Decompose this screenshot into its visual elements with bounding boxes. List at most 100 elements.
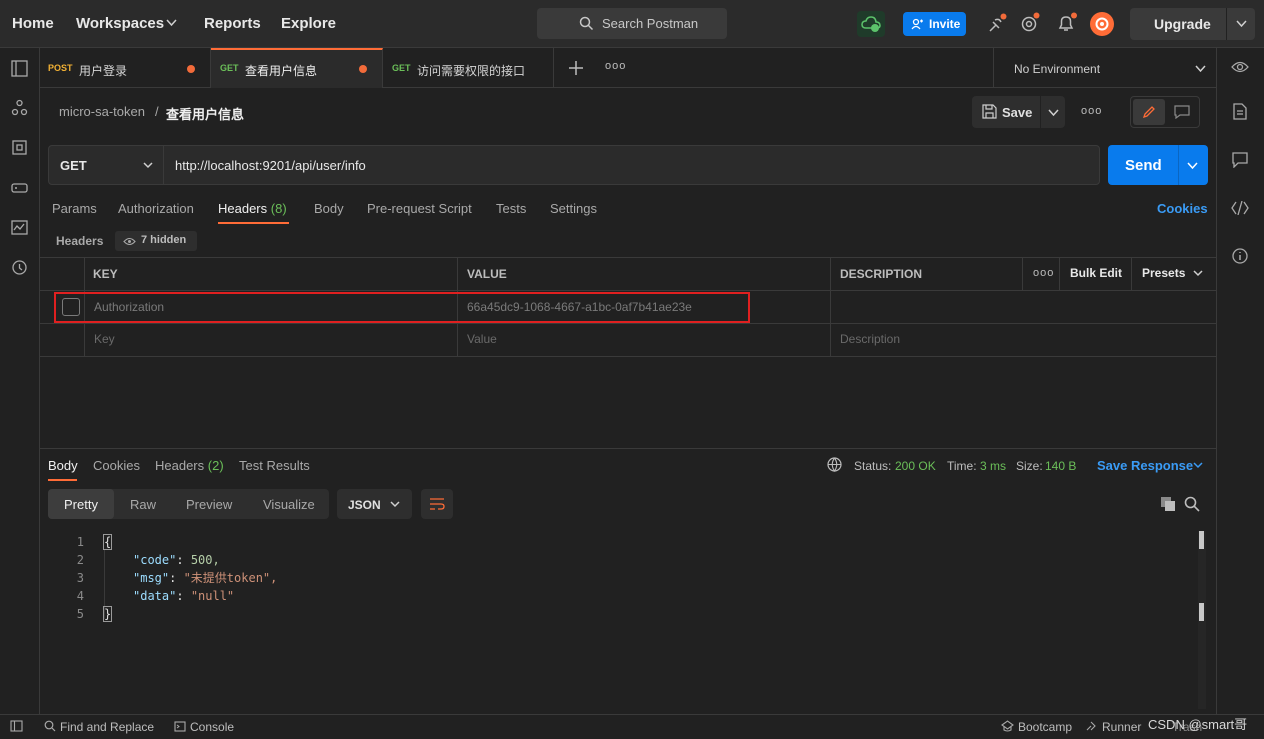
cookies-link[interactable]: Cookies	[1157, 201, 1208, 216]
plus-icon[interactable]	[569, 61, 583, 75]
monitors-icon[interactable]	[11, 219, 28, 236]
tab-settings[interactable]: Settings	[550, 201, 597, 216]
format-select[interactable]: JSON	[337, 489, 412, 519]
new-key-input[interactable]: Key	[94, 332, 115, 346]
history-icon[interactable]	[11, 259, 28, 276]
globe-icon[interactable]	[827, 457, 842, 472]
send-button[interactable]: Send	[1108, 145, 1208, 185]
console-button[interactable]: Console	[190, 720, 234, 734]
scroll-thumb[interactable]	[1199, 531, 1204, 549]
tab-authorization[interactable]: Authorization	[118, 201, 194, 216]
comment-mode-icon[interactable]	[1174, 105, 1190, 119]
top-bar: Home Workspaces Reports Explore Search P…	[0, 0, 1264, 48]
nav-workspaces[interactable]: Workspaces	[76, 15, 164, 32]
code-icon[interactable]	[1231, 201, 1249, 215]
tab-protected-api[interactable]: GET 访问需要权限的接口	[383, 48, 554, 88]
search-icon[interactable]	[1184, 496, 1200, 512]
raw-button[interactable]: Raw	[130, 497, 156, 512]
response-tab-test-results[interactable]: Test Results	[239, 458, 310, 473]
more-tabs-icon[interactable]: ooo	[605, 60, 626, 72]
table-row-border	[40, 323, 1216, 324]
pretty-button[interactable]: Pretty	[48, 489, 114, 519]
send-label: Send	[1125, 157, 1162, 174]
save-divider	[1040, 96, 1041, 128]
search-input[interactable]: Search Postman	[537, 8, 727, 39]
environments-icon[interactable]	[11, 139, 28, 156]
upgrade-button[interactable]: Upgrade	[1130, 8, 1255, 40]
eye-icon[interactable]	[1231, 60, 1249, 74]
json-value: 500,	[190, 553, 220, 567]
response-tab-body[interactable]: Body	[48, 458, 78, 473]
copy-icon[interactable]	[1160, 496, 1176, 512]
response-body-editor[interactable]: 1 2 3 4 5 { "code": 500, "msg": "未提供toke…	[48, 531, 1208, 711]
find-replace-button[interactable]: Find and Replace	[60, 720, 154, 734]
method-select[interactable]: GET	[49, 146, 164, 184]
pretty-label: Pretty	[64, 497, 98, 512]
new-value-input[interactable]: Value	[467, 332, 497, 346]
save-label: Save	[1002, 105, 1033, 120]
brace-open: {	[102, 534, 113, 550]
url-input[interactable]: http://localhost:9201/api/user/info	[175, 158, 366, 173]
tab-view-user-info[interactable]: GET 查看用户信息	[211, 48, 383, 88]
runner-button[interactable]: Runner	[1102, 720, 1141, 734]
console-icon	[174, 721, 186, 732]
bulk-edit-button[interactable]: Bulk Edit	[1070, 266, 1122, 280]
response-tab-headers[interactable]: Headers (2)	[155, 458, 224, 473]
comments-icon[interactable]	[1232, 152, 1248, 168]
breadcrumb-collection[interactable]: micro-sa-token	[59, 104, 145, 119]
line-numbers: 1 2 3 4 5	[68, 533, 84, 623]
avatar-icon	[1095, 17, 1109, 31]
tab-method: GET	[392, 63, 411, 73]
tab-params[interactable]: Params	[52, 201, 97, 216]
chevron-down-icon	[1195, 65, 1206, 73]
pencil-icon	[1142, 106, 1155, 119]
tab-user-login[interactable]: POST 用户登录	[40, 48, 211, 88]
scrollbar[interactable]	[1198, 531, 1206, 709]
wrap-lines-button[interactable]	[421, 489, 453, 519]
unsaved-dot-icon	[359, 65, 367, 73]
invite-label: Invite	[929, 17, 961, 31]
avatar[interactable]	[1090, 12, 1114, 36]
sync-status-button[interactable]	[857, 11, 885, 37]
table-top-border	[40, 257, 1216, 258]
new-description-input[interactable]: Description	[840, 332, 900, 346]
tab-headers[interactable]: Headers (8)	[218, 201, 287, 216]
more-actions-icon[interactable]: ooo	[1081, 105, 1102, 117]
documentation-icon[interactable]	[1233, 103, 1247, 120]
gear-icon[interactable]	[1019, 12, 1041, 34]
search-icon	[579, 16, 594, 31]
environment-selector[interactable]: No Environment	[993, 48, 1216, 88]
collections-icon[interactable]	[11, 60, 28, 77]
presets-button[interactable]: Presets	[1142, 266, 1185, 280]
view-mode-group: Pretty Raw Preview Visualize	[48, 489, 329, 519]
highlight-box	[54, 292, 750, 323]
preview-button[interactable]: Preview	[186, 497, 232, 512]
json-key: "code"	[133, 553, 177, 567]
sidebar-toggle-icon[interactable]	[10, 720, 23, 732]
response-tab-cookies[interactable]: Cookies	[93, 458, 140, 473]
hidden-headers-toggle[interactable]: 7 hidden	[115, 231, 197, 251]
nav-reports[interactable]: Reports	[204, 15, 261, 32]
save-response-button[interactable]: Save Response	[1097, 458, 1193, 473]
mock-servers-icon[interactable]	[11, 179, 28, 196]
tab-body[interactable]: Body	[314, 201, 344, 216]
bootcamp-icon	[1001, 720, 1014, 732]
request-tab-bar: POST 用户登录 GET 查看用户信息 GET 访问需要权限的接口 ooo N…	[40, 48, 1216, 88]
nav-home[interactable]: Home	[12, 15, 54, 32]
nav-explore[interactable]: Explore	[281, 15, 336, 32]
invite-button[interactable]: Invite	[903, 12, 966, 36]
json-key: "msg"	[133, 571, 170, 585]
edit-mode-button[interactable]	[1133, 99, 1165, 125]
apis-icon[interactable]	[11, 99, 28, 116]
table-more-icon[interactable]: ooo	[1033, 267, 1054, 279]
visualize-button[interactable]: Visualize	[263, 497, 315, 512]
tab-tests[interactable]: Tests	[496, 201, 526, 216]
col-divider	[1022, 257, 1023, 290]
bell-icon[interactable]	[1056, 12, 1078, 34]
info-icon[interactable]	[1232, 248, 1248, 264]
satellite-icon[interactable]	[986, 13, 1008, 35]
tab-prerequest-script[interactable]: Pre-request Script	[367, 201, 472, 216]
save-button[interactable]: Save	[972, 96, 1065, 128]
bootcamp-button[interactable]: Bootcamp	[1018, 720, 1072, 734]
watermark: CSDN @smart哥	[1148, 717, 1248, 732]
